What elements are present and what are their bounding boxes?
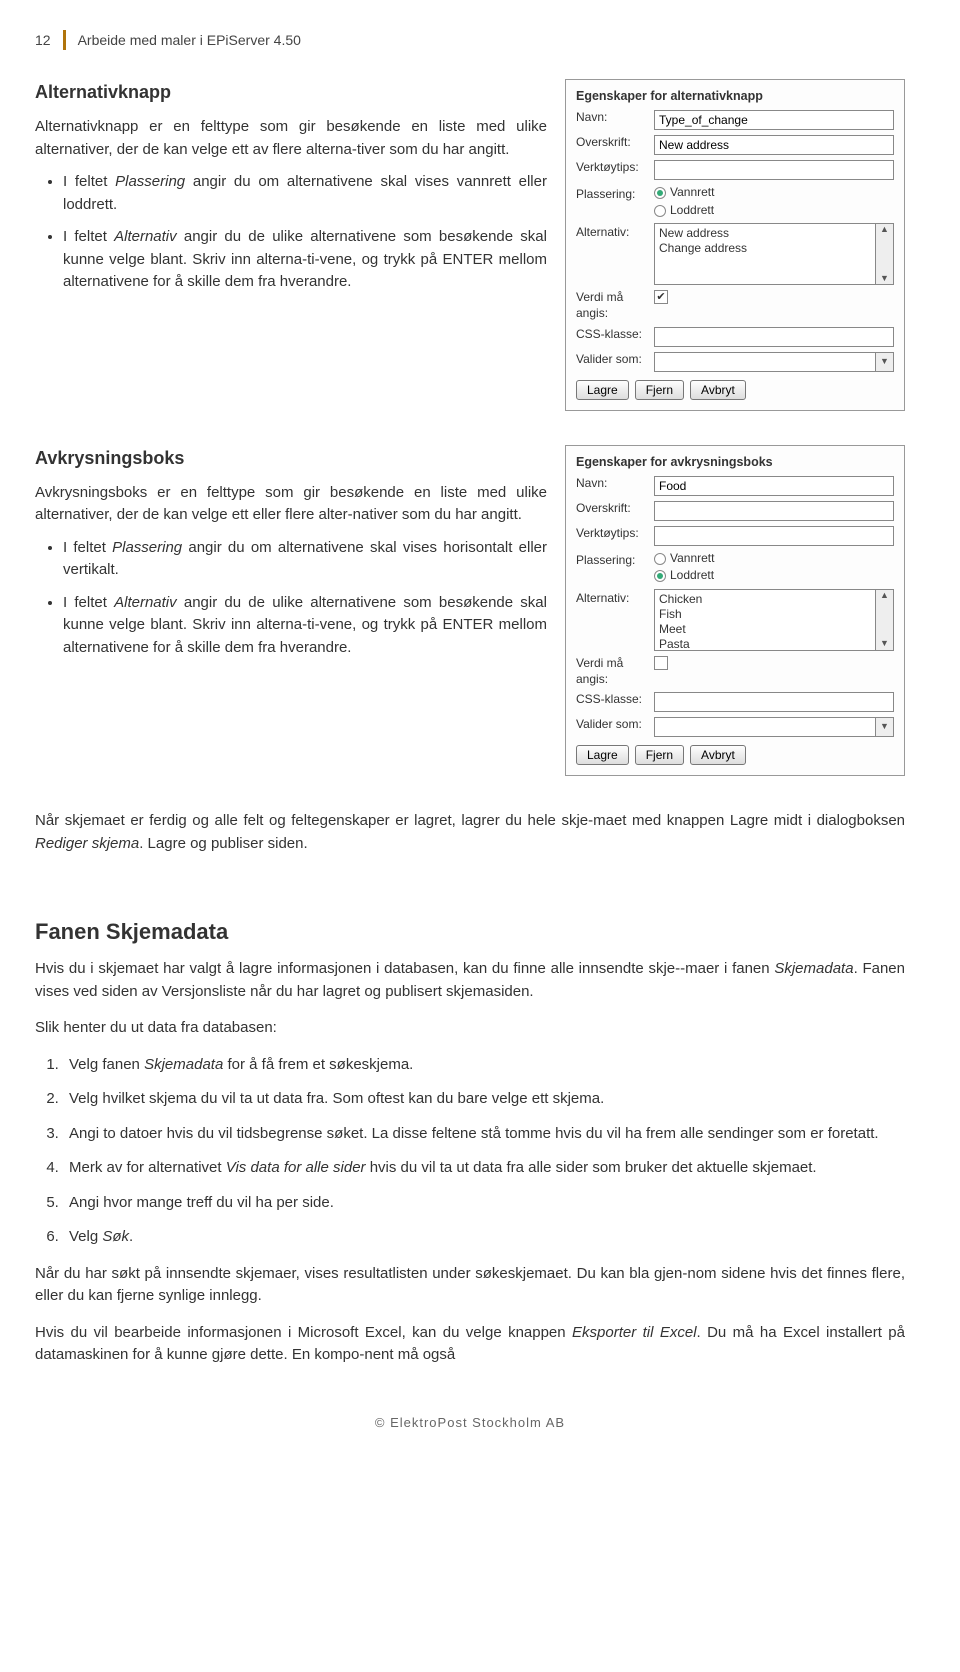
panel1-radio-vannrett[interactable]: Vannrett xyxy=(654,185,714,201)
panel2-label-verdi: Verdi må angis: xyxy=(576,656,648,687)
section3-steps: Velg fanen Skjemadata for å få frem et s… xyxy=(35,1054,905,1249)
panel1-label-valider: Valider som: xyxy=(576,352,648,368)
panel2-radio-loddrett[interactable]: Loddrett xyxy=(654,568,714,584)
header-title: Arbeide med maler i EPiServer 4.50 xyxy=(78,30,301,51)
panel2-checkbox-verdi[interactable] xyxy=(654,656,668,670)
panel1-button-lagre[interactable]: Lagre xyxy=(576,380,629,400)
panel1-input-css[interactable] xyxy=(654,327,894,347)
panel2-input-navn[interactable] xyxy=(654,476,894,496)
panel1-checkbox-verdi[interactable]: ✔ xyxy=(654,290,668,304)
header-divider xyxy=(63,30,66,50)
panel2-label-plassering: Plassering: xyxy=(576,551,648,569)
panel1-label-verdi: Verdi må angis: xyxy=(576,290,648,321)
step-3: Angi to datoer hvis du vil tidsbegrense … xyxy=(63,1123,905,1146)
section2-bullets: I feltet Plassering angir du om alternat… xyxy=(35,537,547,660)
panel1-label-plassering: Plassering: xyxy=(576,185,648,203)
panel-alternativknapp: Egenskaper for alternativknapp Navn: Ove… xyxy=(565,79,905,411)
page-footer: © ElektroPost Stockholm AB xyxy=(35,1413,905,1433)
radio-icon xyxy=(654,570,666,582)
panel1-label-navn: Navn: xyxy=(576,110,648,126)
section-alternativknapp: Alternativknapp Alternativknapp er en fe… xyxy=(35,79,905,411)
panel2-label-verktoytips: Verktøytips: xyxy=(576,526,648,542)
radio-icon xyxy=(654,553,666,565)
scrollbar-icon[interactable]: ▲▼ xyxy=(876,589,894,651)
chevron-down-icon[interactable]: ▼ xyxy=(876,717,894,737)
section2-intro: Avkrysningsboks er en felttype som gir b… xyxy=(35,482,547,527)
section3-para3: Når du har søkt på innsendte skjemaer, v… xyxy=(35,1263,905,1308)
step-2: Velg hvilket skjema du vil ta ut data fr… xyxy=(63,1088,905,1111)
panel1-label-overskrift: Overskrift: xyxy=(576,135,648,151)
section1-intro: Alternativknapp er en felttype som gir b… xyxy=(35,116,547,161)
panel2-button-fjern[interactable]: Fjern xyxy=(635,745,684,765)
section3-heading: Fanen Skjemadata xyxy=(35,915,905,948)
section1-bullets: I feltet Plassering angir du om alternat… xyxy=(35,171,547,294)
panel2-input-css[interactable] xyxy=(654,692,894,712)
panel1-select-valider[interactable] xyxy=(654,352,876,372)
panel2-label-css: CSS-klasse: xyxy=(576,692,648,708)
panel1-listbox-alternativ[interactable]: New address Change address xyxy=(654,223,876,285)
radio-icon xyxy=(654,205,666,217)
panel1-input-verktoytips[interactable] xyxy=(654,160,894,180)
step-1: Velg fanen Skjemadata for å få frem et s… xyxy=(63,1054,905,1077)
panel1-title: Egenskaper for alternativknapp xyxy=(576,88,894,104)
chevron-down-icon[interactable]: ▼ xyxy=(876,352,894,372)
panel1-input-overskrift[interactable] xyxy=(654,135,894,155)
panel2-label-valider: Valider som: xyxy=(576,717,648,733)
panel1-input-navn[interactable] xyxy=(654,110,894,130)
panel2-label-alternativ: Alternativ: xyxy=(576,589,648,607)
panel1-label-alternativ: Alternativ: xyxy=(576,223,648,241)
scrollbar-icon[interactable]: ▲▼ xyxy=(876,223,894,285)
after-panels-para: Når skjemaet er ferdig og alle felt og f… xyxy=(35,810,905,855)
panel2-input-overskrift[interactable] xyxy=(654,501,894,521)
section2-bullet-2: I feltet Alternativ angir du de ulike al… xyxy=(63,592,547,660)
section2-bullet-1: I feltet Plassering angir du om alternat… xyxy=(63,537,547,582)
section1-heading: Alternativknapp xyxy=(35,79,547,106)
panel2-select-valider[interactable] xyxy=(654,717,876,737)
panel1-button-avbryt[interactable]: Avbryt xyxy=(690,380,746,400)
page-header: 12 Arbeide med maler i EPiServer 4.50 xyxy=(35,30,905,51)
section-avkrysningsboks: Avkrysningsboks Avkrysningsboks er en fe… xyxy=(35,445,905,777)
panel2-input-verktoytips[interactable] xyxy=(654,526,894,546)
page-number: 12 xyxy=(35,30,51,51)
panel1-button-fjern[interactable]: Fjern xyxy=(635,380,684,400)
section2-heading: Avkrysningsboks xyxy=(35,445,547,472)
panel1-radio-loddrett[interactable]: Loddrett xyxy=(654,203,714,219)
section1-bullet-2: I feltet Alternativ angir du de ulike al… xyxy=(63,226,547,294)
step-6: Velg Søk. xyxy=(63,1226,905,1249)
panel2-label-navn: Navn: xyxy=(576,476,648,492)
section3-para2: Slik henter du ut data fra databasen: xyxy=(35,1017,905,1040)
section3-para4: Hvis du vil bearbeide informasjonen i Mi… xyxy=(35,1322,905,1367)
panel2-listbox-alternativ[interactable]: Chicken Fish Meet Pasta xyxy=(654,589,876,651)
section3-para1: Hvis du i skjemaet har valgt å lagre inf… xyxy=(35,958,905,1003)
panel2-label-overskrift: Overskrift: xyxy=(576,501,648,517)
panel2-button-lagre[interactable]: Lagre xyxy=(576,745,629,765)
panel1-label-css: CSS-klasse: xyxy=(576,327,648,343)
panel2-title: Egenskaper for avkrysningsboks xyxy=(576,454,894,470)
radio-icon xyxy=(654,187,666,199)
panel-avkrysningsboks: Egenskaper for avkrysningsboks Navn: Ove… xyxy=(565,445,905,777)
panel1-label-verktoytips: Verktøytips: xyxy=(576,160,648,176)
panel2-radio-vannrett[interactable]: Vannrett xyxy=(654,551,714,567)
step-4: Merk av for alternativet Vis data for al… xyxy=(63,1157,905,1180)
panel2-button-avbryt[interactable]: Avbryt xyxy=(690,745,746,765)
step-5: Angi hvor mange treff du vil ha per side… xyxy=(63,1192,905,1215)
section1-bullet-1: I feltet Plassering angir du om alternat… xyxy=(63,171,547,216)
